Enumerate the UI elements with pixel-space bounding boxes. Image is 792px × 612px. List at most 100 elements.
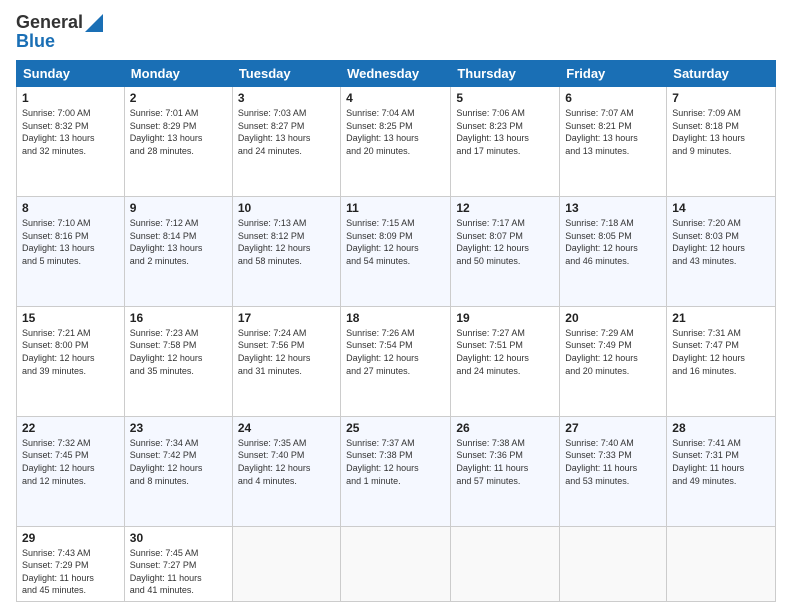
day-cell: [232, 526, 340, 601]
day-cell: 20 Sunrise: 7:29 AM Sunset: 7:49 PM Dayli…: [560, 306, 667, 416]
logo-area: General Blue: [16, 12, 103, 52]
day-cell: 10 Sunrise: 7:13 AM Sunset: 8:12 PM Dayli…: [232, 196, 340, 306]
day-content: Sunrise: 7:10 AM Sunset: 8:16 PM Dayligh…: [22, 217, 119, 267]
week-row-4: 22 Sunrise: 7:32 AM Sunset: 7:45 PM Dayli…: [17, 416, 776, 526]
day-cell: 6Sunrise: 7:07 AM Sunset: 8:21 PM Daylig…: [560, 87, 667, 197]
day-content: Sunrise: 7:15 AM Sunset: 8:09 PM Dayligh…: [346, 217, 445, 267]
day-cell: 4Sunrise: 7:04 AM Sunset: 8:25 PM Daylig…: [341, 87, 451, 197]
day-number: 27: [565, 421, 661, 435]
day-content: Sunrise: 7:01 AM Sunset: 8:29 PM Dayligh…: [130, 107, 227, 157]
col-header-wednesday: Wednesday: [341, 61, 451, 87]
week-row-3: 15 Sunrise: 7:21 AM Sunset: 8:00 PM Dayli…: [17, 306, 776, 416]
day-content: Sunrise: 7:21 AM Sunset: 8:00 PM Dayligh…: [22, 327, 119, 377]
col-header-monday: Monday: [124, 61, 232, 87]
day-cell: 30Sunrise: 7:45 AM Sunset: 7:27 PM Dayli…: [124, 526, 232, 601]
col-header-sunday: Sunday: [17, 61, 125, 87]
day-content: Sunrise: 7:00 AM Sunset: 8:32 PM Dayligh…: [22, 107, 119, 157]
day-content: Sunrise: 7:35 AM Sunset: 7:40 PM Dayligh…: [238, 437, 335, 487]
day-content: Sunrise: 7:17 AM Sunset: 8:07 PM Dayligh…: [456, 217, 554, 267]
day-content: Sunrise: 7:24 AM Sunset: 7:56 PM Dayligh…: [238, 327, 335, 377]
day-content: Sunrise: 7:34 AM Sunset: 7:42 PM Dayligh…: [130, 437, 227, 487]
day-number: 21: [672, 311, 770, 325]
day-number: 24: [238, 421, 335, 435]
day-number: 1: [22, 91, 119, 105]
col-header-saturday: Saturday: [667, 61, 776, 87]
day-number: 13: [565, 201, 661, 215]
day-content: Sunrise: 7:03 AM Sunset: 8:27 PM Dayligh…: [238, 107, 335, 157]
day-content: Sunrise: 7:29 AM Sunset: 7:49 PM Dayligh…: [565, 327, 661, 377]
day-number: 14: [672, 201, 770, 215]
day-content: Sunrise: 7:23 AM Sunset: 7:58 PM Dayligh…: [130, 327, 227, 377]
day-content: Sunrise: 7:12 AM Sunset: 8:14 PM Dayligh…: [130, 217, 227, 267]
day-number: 22: [22, 421, 119, 435]
day-cell: 23 Sunrise: 7:34 AM Sunset: 7:42 PM Dayli…: [124, 416, 232, 526]
day-number: 23: [130, 421, 227, 435]
day-cell: 8 Sunrise: 7:10 AM Sunset: 8:16 PM Daylig…: [17, 196, 125, 306]
day-number: 9: [130, 201, 227, 215]
col-header-tuesday: Tuesday: [232, 61, 340, 87]
day-content: Sunrise: 7:40 AM Sunset: 7:33 PM Dayligh…: [565, 437, 661, 487]
day-number: 3: [238, 91, 335, 105]
day-content: Sunrise: 7:31 AM Sunset: 7:47 PM Dayligh…: [672, 327, 770, 377]
header: General Blue: [16, 12, 776, 52]
day-cell: 2Sunrise: 7:01 AM Sunset: 8:29 PM Daylig…: [124, 87, 232, 197]
day-number: 10: [238, 201, 335, 215]
day-content: Sunrise: 7:38 AM Sunset: 7:36 PM Dayligh…: [456, 437, 554, 487]
day-number: 20: [565, 311, 661, 325]
day-number: 12: [456, 201, 554, 215]
day-cell: 28 Sunrise: 7:41 AM Sunset: 7:31 PM Dayli…: [667, 416, 776, 526]
week-row-5: 29 Sunrise: 7:43 AM Sunset: 7:29 PM Dayli…: [17, 526, 776, 601]
day-cell: 13 Sunrise: 7:18 AM Sunset: 8:05 PM Dayli…: [560, 196, 667, 306]
day-cell: 15 Sunrise: 7:21 AM Sunset: 8:00 PM Dayli…: [17, 306, 125, 416]
logo-triangle-icon: [85, 14, 103, 32]
week-row-2: 8 Sunrise: 7:10 AM Sunset: 8:16 PM Daylig…: [17, 196, 776, 306]
day-cell: 11Sunrise: 7:15 AM Sunset: 8:09 PM Dayli…: [341, 196, 451, 306]
day-cell: [560, 526, 667, 601]
week-row-1: 1 Sunrise: 7:00 AM Sunset: 8:32 PM Daylig…: [17, 87, 776, 197]
day-cell: 17 Sunrise: 7:24 AM Sunset: 7:56 PM Dayli…: [232, 306, 340, 416]
col-header-friday: Friday: [560, 61, 667, 87]
calendar-table: SundayMondayTuesdayWednesdayThursdayFrid…: [16, 60, 776, 602]
day-cell: [451, 526, 560, 601]
day-number: 4: [346, 91, 445, 105]
day-cell: 19 Sunrise: 7:27 AM Sunset: 7:51 PM Dayli…: [451, 306, 560, 416]
day-content: Sunrise: 7:32 AM Sunset: 7:45 PM Dayligh…: [22, 437, 119, 487]
day-content: Sunrise: 7:18 AM Sunset: 8:05 PM Dayligh…: [565, 217, 661, 267]
day-cell: 12 Sunrise: 7:17 AM Sunset: 8:07 PM Dayli…: [451, 196, 560, 306]
day-cell: 26Sunrise: 7:38 AM Sunset: 7:36 PM Dayli…: [451, 416, 560, 526]
day-cell: 3 Sunrise: 7:03 AM Sunset: 8:27 PM Daylig…: [232, 87, 340, 197]
day-content: Sunrise: 7:27 AM Sunset: 7:51 PM Dayligh…: [456, 327, 554, 377]
day-content: Sunrise: 7:06 AM Sunset: 8:23 PM Dayligh…: [456, 107, 554, 157]
day-cell: [667, 526, 776, 601]
day-cell: 1 Sunrise: 7:00 AM Sunset: 8:32 PM Daylig…: [17, 87, 125, 197]
day-number: 7: [672, 91, 770, 105]
day-cell: 14Sunrise: 7:20 AM Sunset: 8:03 PM Dayli…: [667, 196, 776, 306]
day-content: Sunrise: 7:43 AM Sunset: 7:29 PM Dayligh…: [22, 547, 119, 597]
logo-general-text: General: [16, 12, 83, 33]
day-number: 8: [22, 201, 119, 215]
day-number: 15: [22, 311, 119, 325]
header-row: SundayMondayTuesdayWednesdayThursdayFrid…: [17, 61, 776, 87]
day-number: 17: [238, 311, 335, 325]
day-cell: 22 Sunrise: 7:32 AM Sunset: 7:45 PM Dayli…: [17, 416, 125, 526]
day-content: Sunrise: 7:45 AM Sunset: 7:27 PM Dayligh…: [130, 547, 227, 597]
day-cell: 27 Sunrise: 7:40 AM Sunset: 7:33 PM Dayli…: [560, 416, 667, 526]
logo: General: [16, 12, 103, 33]
day-content: Sunrise: 7:07 AM Sunset: 8:21 PM Dayligh…: [565, 107, 661, 157]
day-cell: 7 Sunrise: 7:09 AM Sunset: 8:18 PM Daylig…: [667, 87, 776, 197]
day-cell: 18Sunrise: 7:26 AM Sunset: 7:54 PM Dayli…: [341, 306, 451, 416]
page: General Blue SundayMondayTuesdayWednesda…: [0, 0, 792, 612]
day-content: Sunrise: 7:13 AM Sunset: 8:12 PM Dayligh…: [238, 217, 335, 267]
day-cell: 25Sunrise: 7:37 AM Sunset: 7:38 PM Dayli…: [341, 416, 451, 526]
day-cell: [341, 526, 451, 601]
day-number: 28: [672, 421, 770, 435]
day-number: 19: [456, 311, 554, 325]
day-content: Sunrise: 7:26 AM Sunset: 7:54 PM Dayligh…: [346, 327, 445, 377]
day-cell: 9 Sunrise: 7:12 AM Sunset: 8:14 PM Daylig…: [124, 196, 232, 306]
day-number: 5: [456, 91, 554, 105]
day-content: Sunrise: 7:41 AM Sunset: 7:31 PM Dayligh…: [672, 437, 770, 487]
day-number: 29: [22, 531, 119, 545]
day-content: Sunrise: 7:09 AM Sunset: 8:18 PM Dayligh…: [672, 107, 770, 157]
day-cell: 5 Sunrise: 7:06 AM Sunset: 8:23 PM Daylig…: [451, 87, 560, 197]
day-cell: 21 Sunrise: 7:31 AM Sunset: 7:47 PM Dayli…: [667, 306, 776, 416]
